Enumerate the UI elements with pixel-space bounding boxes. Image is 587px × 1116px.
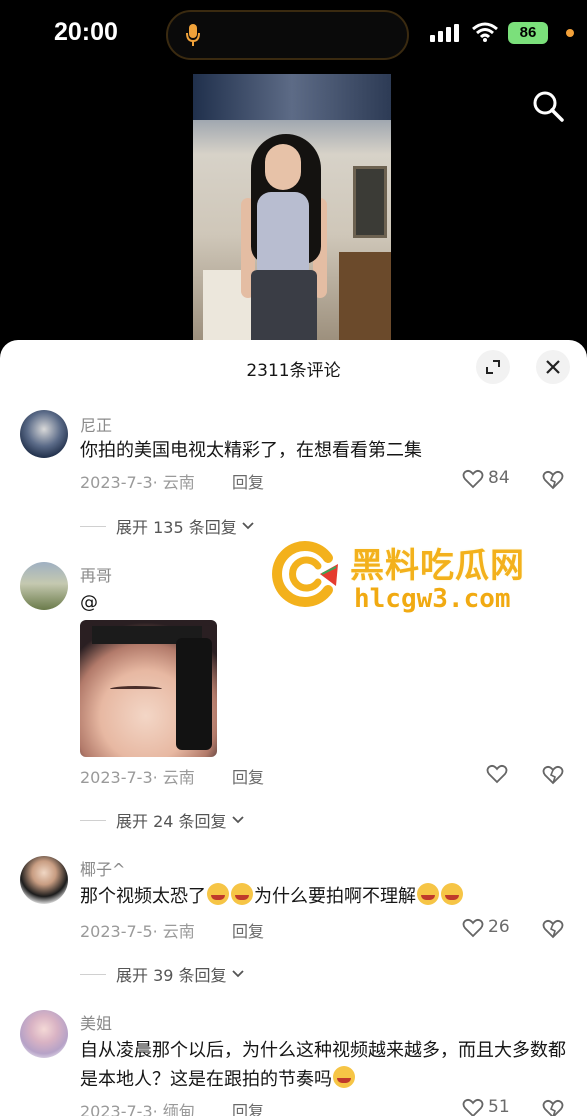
photo-detail	[110, 686, 162, 692]
comment-username[interactable]: 椰子^	[80, 856, 125, 880]
divider	[80, 525, 106, 527]
expand-icon	[486, 360, 500, 374]
battery-dot	[566, 29, 574, 37]
chevron-down-icon	[231, 816, 244, 824]
heart-icon	[486, 764, 508, 784]
avatar[interactable]	[20, 410, 68, 458]
video-background-shelf	[193, 74, 391, 120]
avatar[interactable]	[20, 1010, 68, 1058]
like-count: 51	[488, 1097, 510, 1116]
broken-heart-icon[interactable]	[542, 469, 564, 491]
expand-replies-button[interactable]: 展开 135 条回复	[80, 514, 255, 538]
like-count: 26	[488, 917, 510, 937]
photo-phone-edge	[176, 638, 212, 750]
comment-text-part: 为什么要拍啊不理解	[254, 886, 416, 907]
status-bar: 20:00 86	[0, 0, 587, 70]
reply-button[interactable]: 回复	[232, 469, 264, 493]
reply-button[interactable]: 回复	[232, 764, 264, 788]
comment-username[interactable]: 再哥	[80, 562, 112, 586]
comment-text-part: 自从凌晨那个以后，为什么这种视频越来越多，而且大多数都是本地人？这是在跟拍的节奏…	[80, 1040, 566, 1090]
heart-icon	[462, 469, 484, 489]
search-icon[interactable]	[530, 88, 566, 124]
expand-replies-label: 展开 135 条回复	[116, 518, 237, 537]
crying-emoji-icon	[417, 883, 439, 905]
like-button[interactable]	[486, 763, 546, 787]
like-count: 84	[488, 468, 510, 488]
comment-username[interactable]: 尼正	[80, 412, 112, 436]
battery-indicator: 86	[508, 22, 548, 44]
reply-button[interactable]: 回复	[232, 1098, 264, 1116]
video-background-frame	[353, 166, 387, 238]
grin-sweat-emoji-icon	[207, 883, 229, 905]
grin-sweat-emoji-icon	[231, 883, 253, 905]
status-time: 20:00	[54, 18, 118, 46]
comment-date-location: 2023-7-3· 云南	[80, 768, 195, 787]
comment-text: 自从凌晨那个以后，为什么这种视频越来越多，而且大多数都是本地人？这是在跟拍的节奏…	[80, 1036, 570, 1094]
heart-icon	[462, 918, 484, 938]
broken-heart-icon[interactable]	[542, 1098, 564, 1116]
close-button[interactable]	[536, 350, 570, 384]
chevron-down-icon	[242, 522, 254, 530]
divider	[80, 973, 106, 975]
crying-emoji-icon	[441, 883, 463, 905]
expand-replies-button[interactable]: 展开 24 条回复	[80, 808, 245, 832]
comment-date-location: 2023-7-3· 缅甸	[80, 1102, 195, 1116]
watermark: 黑料吃瓜网 hlcgw3.com	[270, 538, 570, 618]
comment-text-part: 那个视频太恐了	[80, 886, 206, 907]
video-person-face	[265, 144, 301, 190]
comment-text: 那个视频太恐了 为什么要拍啊不理解	[80, 882, 570, 911]
like-button[interactable]: 84	[462, 468, 522, 492]
watermark-logo-icon	[272, 541, 338, 607]
expand-button[interactable]	[476, 350, 510, 384]
mic-icon	[186, 24, 200, 46]
close-icon	[546, 360, 560, 374]
watermark-title: 黑料吃瓜网	[350, 546, 525, 586]
video-background-cabinet	[339, 252, 391, 342]
video-person-top	[257, 192, 309, 276]
divider	[80, 819, 106, 821]
comment-text: 你拍的美国电视太精彩了，在想看看第二集	[80, 440, 422, 461]
watermark-url: hlcgw3.com	[354, 584, 511, 614]
dynamic-island	[166, 10, 409, 60]
laughing-emoji-icon	[333, 1066, 355, 1088]
expand-replies-button[interactable]: 展开 39 条回复	[80, 962, 245, 986]
heart-icon	[462, 1098, 484, 1116]
comment-username[interactable]: 美姐	[80, 1010, 112, 1034]
comment-sheet: 2311条评论 尼正 你拍的美国电视太精彩了，在想看看第二集 2023-7-3·…	[0, 340, 587, 1116]
comment-date-location: 2023-7-3· 云南	[80, 473, 195, 492]
avatar[interactable]	[20, 856, 68, 904]
like-button[interactable]: 51	[462, 1097, 522, 1116]
comment-date-location: 2023-7-5· 云南	[80, 922, 195, 941]
expand-replies-label: 展开 39 条回复	[116, 966, 227, 985]
expand-replies-label: 展开 24 条回复	[116, 812, 227, 831]
broken-heart-icon[interactable]	[542, 918, 564, 940]
broken-heart-icon[interactable]	[542, 764, 564, 786]
video-preview[interactable]	[193, 74, 391, 342]
chevron-down-icon	[231, 970, 244, 978]
comment-image[interactable]	[80, 620, 217, 757]
like-button[interactable]: 26	[462, 917, 522, 941]
wifi-icon	[472, 22, 498, 42]
signal-icon	[430, 24, 459, 42]
avatar[interactable]	[20, 562, 68, 610]
reply-button[interactable]: 回复	[232, 918, 264, 942]
video-person-skirt	[251, 270, 317, 342]
